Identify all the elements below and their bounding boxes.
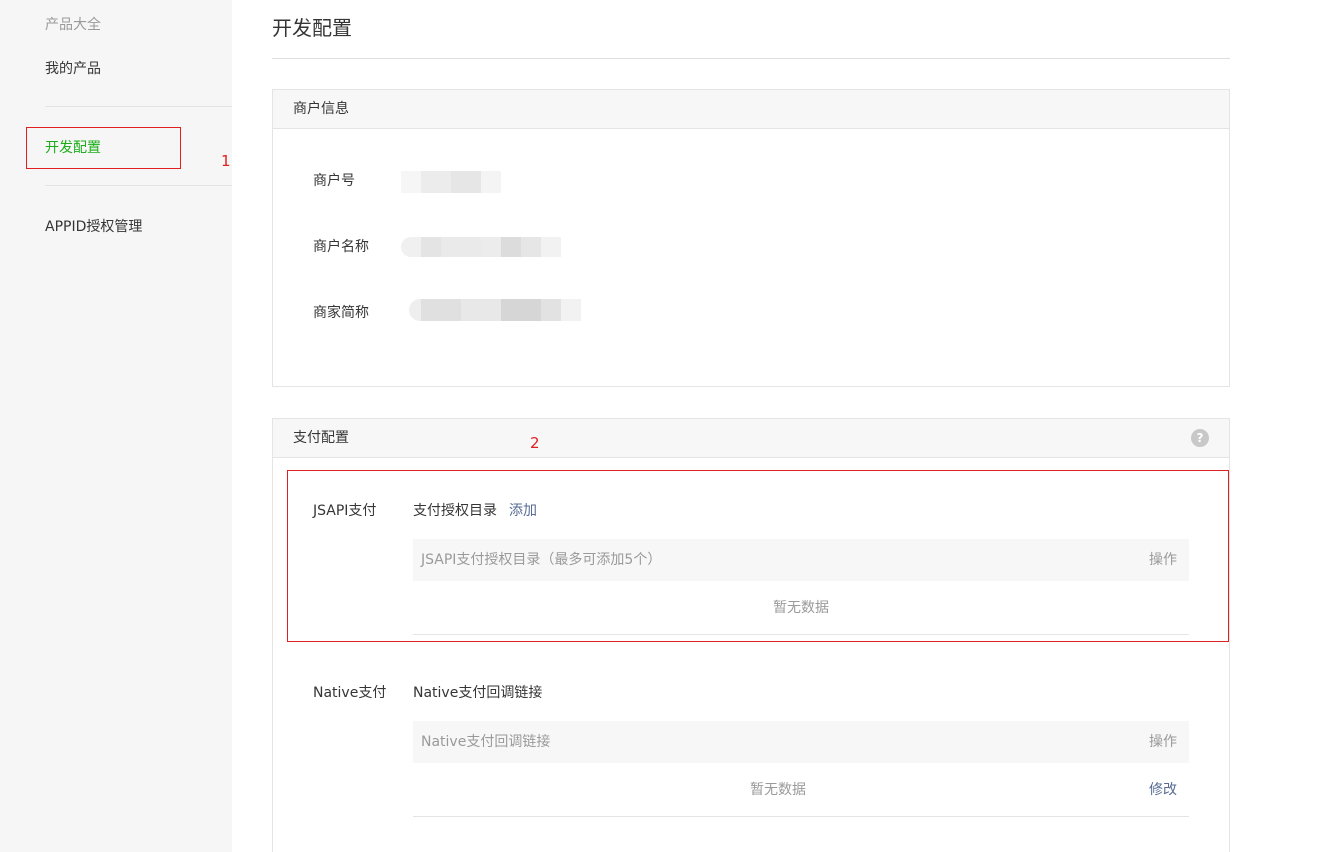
merchant-info-title: 商户信息	[293, 101, 349, 117]
sidebar-item-appid-auth[interactable]: APPID授权管理	[45, 216, 142, 236]
jsapi-empty-text: 暂无数据	[773, 600, 829, 616]
annotation-number-2: 2	[530, 434, 540, 452]
native-pay-label: Native支付	[313, 685, 387, 701]
merchant-id-value-blurred	[401, 171, 501, 193]
jsapi-auth-dir-title: 支付授权目录 添加	[413, 500, 537, 520]
merchant-info-header: 商户信息	[273, 90, 1229, 129]
native-callback-title: Native支付回调链接	[413, 685, 543, 701]
merchant-short-name-value-blurred	[409, 299, 581, 321]
merchant-name-label: 商户名称	[313, 239, 369, 255]
jsapi-table-column-dir: JSAPI支付授权目录（最多可添加5个）	[421, 552, 662, 568]
page-title: 开发配置	[272, 16, 352, 40]
merchant-info-panel: 商户信息 商户号 商户名称 商家简称	[272, 89, 1230, 387]
sidebar-divider	[45, 185, 232, 186]
annotation-number-1: 1	[221, 152, 231, 170]
sidebar-divider	[45, 106, 232, 107]
jsapi-add-link[interactable]: 添加	[509, 503, 537, 519]
title-divider	[272, 58, 1230, 59]
payment-config-header: 支付配置 ?	[273, 419, 1229, 458]
jsapi-auth-dir-table: JSAPI支付授权目录（最多可添加5个） 操作 暂无数据	[413, 539, 1189, 635]
sidebar-category-label: 产品大全	[45, 17, 101, 33]
sidebar-item-dev-config[interactable]: 开发配置	[45, 137, 101, 157]
native-callback-table: Native支付回调链接 操作 暂无数据 修改	[413, 721, 1189, 817]
table-row: 暂无数据	[413, 581, 1189, 635]
native-modify-link[interactable]: 修改	[1149, 763, 1177, 817]
native-table-column-url: Native支付回调链接	[421, 734, 551, 750]
sidebar: 产品大全 我的产品 开发配置 APPID授权管理	[0, 0, 232, 852]
jsapi-pay-label: JSAPI支付	[313, 503, 377, 519]
native-table-column-action: 操作	[1149, 734, 1177, 750]
payment-config-title: 支付配置	[293, 430, 349, 446]
native-table-header: Native支付回调链接 操作	[413, 721, 1189, 763]
jsapi-table-column-action: 操作	[1149, 552, 1177, 568]
table-row: 暂无数据 修改	[413, 763, 1189, 817]
jsapi-auth-dir-title-text: 支付授权目录	[413, 503, 497, 519]
merchant-short-name-label: 商家简称	[313, 305, 369, 321]
sidebar-item-my-products[interactable]: 我的产品	[45, 58, 101, 78]
merchant-name-value-blurred	[401, 237, 561, 257]
help-icon[interactable]: ?	[1191, 429, 1209, 447]
payment-config-panel: 支付配置 ? JSAPI支付 支付授权目录 添加 JSAPI支付授权目录（最多可添…	[272, 418, 1230, 852]
merchant-id-label: 商户号	[313, 173, 355, 189]
native-empty-text: 暂无数据	[750, 782, 806, 798]
jsapi-table-header: JSAPI支付授权目录（最多可添加5个） 操作	[413, 539, 1189, 581]
